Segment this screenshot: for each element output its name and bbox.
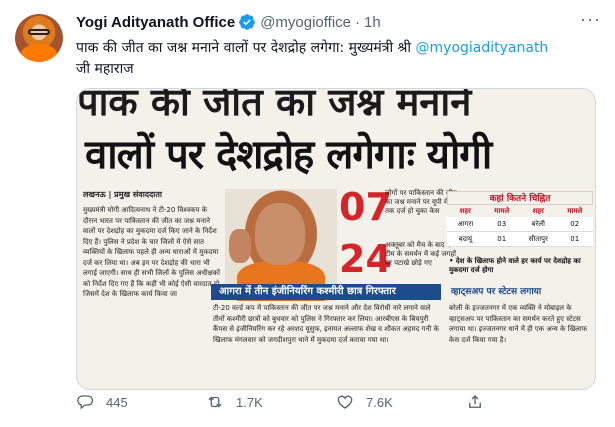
table-header-row: शहर मामले शहर मामले xyxy=(447,205,593,217)
author-name[interactable]: Yogi Adityanath Office xyxy=(76,14,235,31)
tweet-actions: 445 1.7K 7.6K xyxy=(76,392,596,412)
share-icon xyxy=(469,395,481,408)
tweet-image[interactable]: पाक की जीत का जश्न मनाने वालों पर देशद्र… xyxy=(76,88,596,390)
table-cell: 03 xyxy=(497,220,507,228)
table-header-cell: मामले xyxy=(567,207,583,215)
like-button[interactable]: 7.6K xyxy=(336,392,466,412)
mention-link[interactable]: @myogiadityanath xyxy=(416,40,549,56)
table-cell: बदायूं xyxy=(458,235,473,243)
avatar-scarf xyxy=(21,44,57,62)
table-cell: आगरा xyxy=(457,220,474,228)
tweet-header: Yogi Adityanath Office @myogioffice · 1h xyxy=(76,12,381,32)
table-header-cell: शहर xyxy=(532,207,544,215)
header-separator: · xyxy=(355,13,361,31)
newspaper-subarticle-body: टी-20 वर्ल्ड कप में पाकिस्तान की जीत पर … xyxy=(213,304,439,344)
share-button[interactable] xyxy=(466,392,596,412)
newspaper-left-column: मुख्यमंत्री योगी आदित्यनाथ ने टी-20 विश्… xyxy=(83,206,220,298)
tweet-timestamp[interactable]: 1h xyxy=(364,14,381,31)
newspaper-headline-top-text: पाक की जीत का जश्न मनाने xyxy=(77,89,472,121)
tweet-text-main: पाक की जीत का जश्न मनाने वालों पर देशद्र… xyxy=(76,40,416,56)
table-cell: 02 xyxy=(570,220,580,228)
reply-count: 445 xyxy=(106,394,128,410)
reply-icon xyxy=(77,395,94,410)
table-cell: 01 xyxy=(497,235,507,243)
photo-face xyxy=(255,203,305,265)
author-handle[interactable]: @myogioffice xyxy=(260,14,351,31)
table-header-cell: मामले xyxy=(494,207,510,215)
newspaper-subarticle-body-2: बरेली के इज्जतनगर में एक व्यक्ति ने मोबा… xyxy=(449,304,588,344)
verified-badge-icon xyxy=(239,14,256,30)
table-cell: 01 xyxy=(570,235,580,243)
newspaper-side-note: • देश के खिलाफ होने वाले हर कार्य पर देश… xyxy=(449,257,581,274)
photo-hand xyxy=(229,229,251,263)
more-options-icon[interactable]: ··· xyxy=(580,10,601,28)
retweet-button[interactable]: 1.7K xyxy=(206,392,336,412)
tweet-text: पाक की जीत का जश्न मनाने वालों पर देशद्र… xyxy=(76,38,596,80)
table-row: बदायूं 01 सीतापुर 01 xyxy=(447,232,593,247)
stat-number-1: 07 xyxy=(339,185,392,229)
avatar-glasses xyxy=(28,29,50,35)
table-cell: बरेली xyxy=(531,220,545,228)
retweet-count: 1.7K xyxy=(236,394,263,410)
newspaper-byline: लखनऊ | प्रमुख संवाददाता xyxy=(83,190,162,199)
newspaper-subheadline-2: व्हाट्सअप पर स्टेटस लगाया xyxy=(451,287,542,297)
retweet-icon xyxy=(208,396,222,408)
table-header-cell: शहर xyxy=(459,207,471,215)
heart-icon xyxy=(337,395,353,409)
stat-number-2: 24 xyxy=(339,237,392,281)
reply-button[interactable]: 445 xyxy=(76,392,206,412)
avatar[interactable] xyxy=(15,14,63,62)
newspaper-subheadline: आगरा में तीन इंजीनियरिंग कश्मीरी छात्र ग… xyxy=(211,284,441,300)
newspaper-headline: वालों पर देशद्रोह लगेगाः योगी xyxy=(85,132,492,178)
table-cell: सीतापुर xyxy=(528,235,548,243)
table-title: कहां कितने चिह्नित xyxy=(447,191,593,205)
like-count: 7.6K xyxy=(366,394,393,410)
tweet-text-tail: जी महाराज xyxy=(76,61,134,77)
tweet: Yogi Adityanath Office @myogioffice · 1h… xyxy=(0,0,615,427)
table-row: आगरा 03 बरेली 02 xyxy=(447,217,593,232)
newspaper-headline-top: पाक की जीत का जश्न मनाने xyxy=(77,89,595,121)
